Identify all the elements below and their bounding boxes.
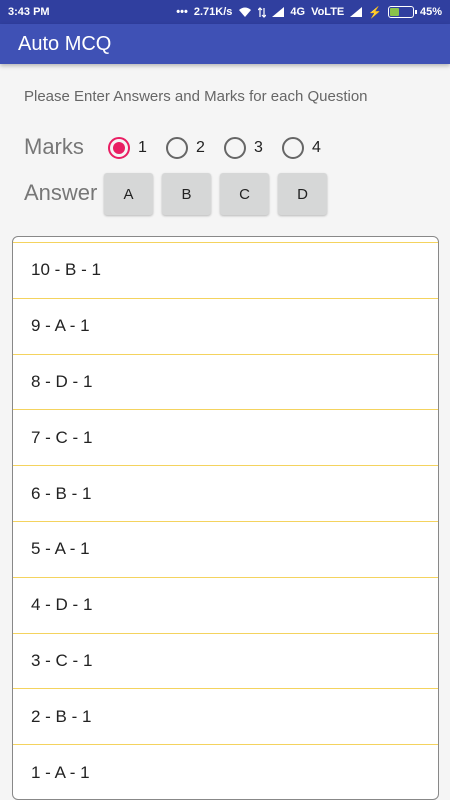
notification-dots: ••• <box>176 6 188 18</box>
volte-label: VoLTE <box>311 6 345 18</box>
answer-button-c[interactable]: C <box>220 173 269 215</box>
network-type: 4G <box>290 6 306 18</box>
signal-icon-2 <box>350 7 363 17</box>
list-item[interactable]: 4 - D - 1 <box>13 578 438 634</box>
app-bar: Auto MCQ <box>0 24 450 64</box>
radio-circle-icon[interactable] <box>224 137 246 159</box>
instruction-text: Please Enter Answers and Marks for each … <box>24 88 368 105</box>
radio-label: 1 <box>138 139 147 156</box>
signal-icon <box>272 7 285 17</box>
network-speed: 2.71K/s <box>193 6 233 18</box>
battery-percent: 45% <box>419 6 442 18</box>
list-item[interactable]: 2 - B - 1 <box>13 689 438 746</box>
answer-button-d[interactable]: D <box>278 173 327 215</box>
list-item[interactable]: 1 - A - 1 <box>13 745 438 799</box>
answer-buttons: ABCD <box>104 173 327 215</box>
list-item[interactable]: 8 - D - 1 <box>13 355 438 411</box>
list-item[interactable]: 9 - A - 1 <box>13 299 438 355</box>
status-time: 3:43 PM <box>8 6 50 18</box>
radio-circle-icon[interactable] <box>282 137 304 159</box>
radio-dot-icon <box>113 142 125 154</box>
radio-label: 4 <box>312 139 321 156</box>
answer-label: Answer <box>24 180 98 205</box>
battery-fill <box>389 8 400 16</box>
answer-button-a[interactable]: A <box>104 173 153 215</box>
marks-radio-group: 1 2 3 4 <box>108 137 340 159</box>
answers-list[interactable]: 10 - B - 19 - A - 18 - D - 17 - C - 16 -… <box>12 236 439 800</box>
radio-circle-icon[interactable] <box>108 137 130 159</box>
charging-icon: ⚡ <box>368 6 382 19</box>
marks-label: Marks <box>24 134 84 159</box>
entry-list: 10 - B - 19 - A - 18 - D - 17 - C - 16 -… <box>13 243 438 799</box>
marks-radio-1[interactable]: 1 <box>108 137 166 159</box>
radio-label: 3 <box>254 139 263 156</box>
status-right: ••• 2.71K/s 4G VoLTE ⚡ 45% <box>176 6 442 19</box>
status-bar: 3:43 PM ••• 2.71K/s 4G VoLTE ⚡ 45% <box>0 0 450 24</box>
radio-circle-icon[interactable] <box>166 137 188 159</box>
radio-label: 2 <box>196 139 205 156</box>
list-item[interactable]: 10 - B - 1 <box>13 243 438 299</box>
answer-button-b[interactable]: B <box>162 173 211 215</box>
list-item[interactable]: 6 - B - 1 <box>13 466 438 522</box>
wifi-icon <box>238 7 252 18</box>
data-arrows-icon <box>258 6 267 18</box>
marks-radio-3[interactable]: 3 <box>224 137 282 159</box>
marks-radio-2[interactable]: 2 <box>166 137 224 159</box>
marks-radio-4[interactable]: 4 <box>282 137 340 159</box>
battery-icon <box>387 6 417 18</box>
list-item[interactable]: 3 - C - 1 <box>13 634 438 690</box>
list-item[interactable]: 5 - A - 1 <box>13 522 438 578</box>
app-title: Auto MCQ <box>18 32 112 55</box>
list-item[interactable]: 7 - C - 1 <box>13 410 438 467</box>
